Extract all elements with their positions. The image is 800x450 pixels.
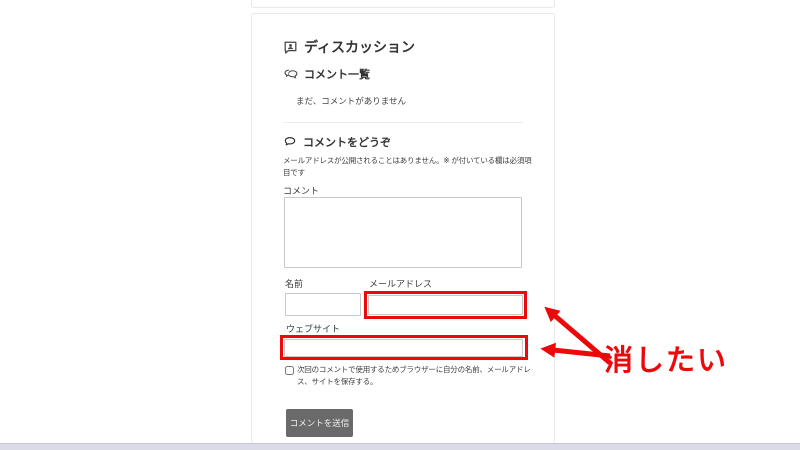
speech-bubble-outline-icon — [283, 135, 297, 149]
form-note-line1: メールアドレスが公開されることはありません。※ が付いている欄は必須項 — [283, 155, 531, 166]
comment-textarea[interactable] — [284, 197, 522, 268]
annotation-label: 消したい — [604, 337, 728, 379]
arrow-to-website-box — [553, 350, 610, 356]
submit-comment-button[interactable]: コメントを送信 — [286, 409, 353, 437]
website-label: ウェブサイト — [286, 322, 340, 335]
email-input[interactable] — [368, 295, 523, 315]
website-input[interactable] — [284, 339, 523, 357]
name-input[interactable] — [285, 293, 361, 316]
save-info-checkbox[interactable] — [285, 366, 294, 375]
previous-section-card — [251, 0, 555, 8]
save-info-line2: ス、サイトを保存する。 — [297, 376, 377, 387]
discussion-title-row: ディスカッション — [283, 37, 415, 57]
save-info-line1: 次回のコメントで使用するためブラウザーに自分の名前、メールアドレ — [297, 364, 531, 375]
comment-form-heading: コメントをどうぞ — [303, 134, 391, 150]
form-note-line2: 目です — [283, 167, 305, 178]
comment-form-heading-row: コメントをどうぞ — [283, 134, 391, 150]
bottom-page-bar — [0, 443, 800, 450]
section-divider — [283, 122, 523, 123]
comment-list-heading-row: コメント一覧 — [284, 66, 370, 82]
no-comments-message: まだ、コメントがありません — [296, 95, 406, 107]
double-speech-bubbles-icon — [284, 68, 298, 81]
discussion-bubble-person-icon — [283, 40, 298, 55]
comment-list-heading: コメント一覧 — [304, 66, 370, 82]
discussion-title: ディスカッション — [304, 37, 415, 57]
email-label: メールアドレス — [369, 277, 432, 290]
page: ディスカッション コメント一覧 まだ、コメントがありません コメントをどうぞ メ… — [0, 0, 800, 450]
comment-label: コメント — [283, 184, 319, 197]
arrow-to-email-box — [554, 315, 610, 363]
name-label: 名前 — [285, 277, 303, 290]
